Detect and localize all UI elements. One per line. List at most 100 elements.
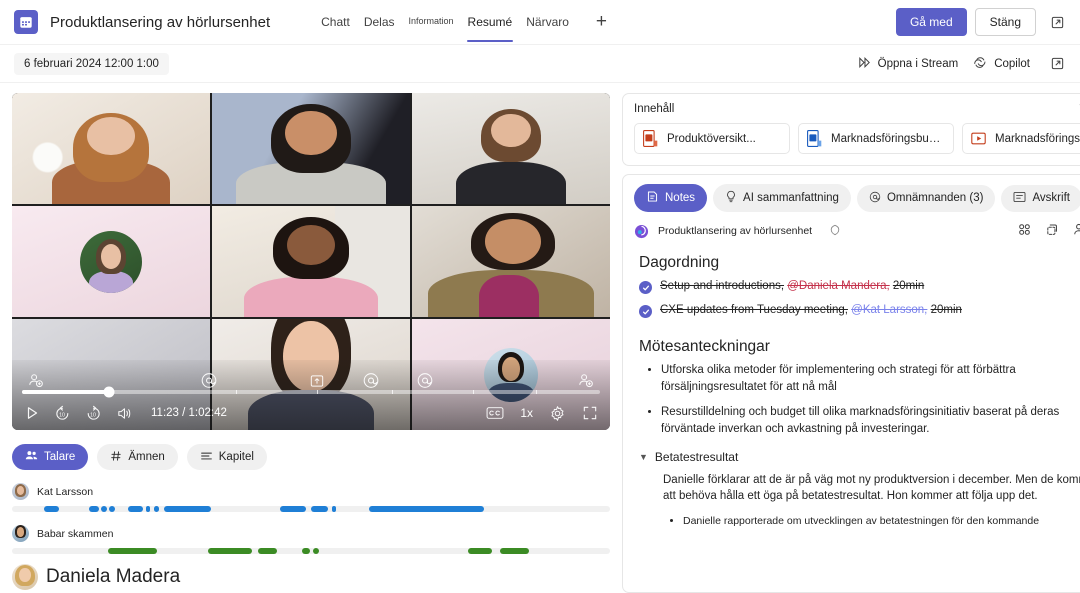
tab-chatt[interactable]: Chatt xyxy=(314,0,357,45)
apps-grid-icon[interactable] xyxy=(1017,222,1032,240)
file-chip-word[interactable]: Marknadsföringsbudget... xyxy=(798,123,954,154)
speaker-timeline-track[interactable] xyxy=(12,548,610,554)
participant-tile-6 xyxy=(412,206,610,317)
file-label: Marknadsföringsdemo... xyxy=(995,132,1080,145)
meeting-date-range[interactable]: 6 februari 2024 12:00 1:00 xyxy=(14,52,169,75)
tab-resume[interactable]: Resumé xyxy=(461,0,520,45)
copy-icon[interactable] xyxy=(1045,222,1060,240)
seek-bar[interactable] xyxy=(22,386,600,398)
agenda-item-text: Setup and introductions, @Daniela Mander… xyxy=(660,280,924,292)
mention-icon[interactable] xyxy=(416,372,433,389)
title-bar: Produktlansering av hörlursenhet Chatt D… xyxy=(0,0,1080,45)
timeline-markers xyxy=(12,361,610,389)
loop-icon xyxy=(634,224,649,238)
section-title: Betatestresultat xyxy=(654,449,739,464)
play-icon[interactable] xyxy=(24,405,40,421)
pill-label: Omnämnanden (3) xyxy=(886,192,984,204)
content-card-title: Innehåll xyxy=(634,103,675,115)
playback-time: 11:23 / 1:02:42 xyxy=(151,407,227,419)
speaker-row-babar-skammen[interactable]: Babar skammen xyxy=(12,525,610,554)
collapsible-section-betatestresultat[interactable]: ▼ Betatestresultat xyxy=(639,450,1080,464)
left-column: 10 10 11:23 / 1:02:42 1x Talare Ämnen Ka… xyxy=(0,83,622,593)
checked-icon[interactable] xyxy=(639,281,652,294)
chip-kapitel[interactable]: Kapitel xyxy=(186,444,267,470)
tab-delas[interactable]: Delas xyxy=(357,0,402,45)
file-label: Produktöversikt... xyxy=(667,132,756,145)
content-card-header: Innehåll Visa allt xyxy=(634,103,1080,115)
content-card: Innehåll Visa allt Produktöversikt... xyxy=(622,93,1080,166)
pill-label: Notes xyxy=(665,192,696,204)
section-paragraph: Danielle förklarar att de är på väg mot … xyxy=(663,473,1080,503)
fullscreen-icon[interactable] xyxy=(582,405,598,421)
avatar xyxy=(12,525,29,542)
agenda-item-2[interactable]: CXE updates from Tuesday meeting, @Kat L… xyxy=(639,304,1080,318)
avatar xyxy=(12,564,38,590)
forward-10-icon[interactable]: 10 xyxy=(85,405,102,422)
pill-transcript[interactable]: Avskrift xyxy=(1001,184,1080,212)
agenda-heading: Dagordning xyxy=(639,254,720,271)
chip-label: Talare xyxy=(44,451,76,463)
mention-icon xyxy=(869,191,881,206)
copilot-label: Copilot xyxy=(994,57,1030,70)
copilot-icon xyxy=(972,55,988,73)
playback-speed-button[interactable]: 1x xyxy=(520,406,533,420)
participant-tile-1 xyxy=(12,93,210,204)
seek-progress xyxy=(22,390,109,394)
pill-notes[interactable]: Notes xyxy=(634,184,708,212)
person-add-icon[interactable] xyxy=(578,372,595,389)
attached-files-list: Produktöversikt... Marknadsföringsbudget… xyxy=(634,123,1080,154)
people-icon xyxy=(25,449,38,465)
speaker-header: Kat Larsson xyxy=(12,483,610,500)
speaker-row-kat-larsson[interactable]: Kat Larsson xyxy=(12,483,610,512)
pill-label: Avskrift xyxy=(1032,192,1070,204)
person-add-icon[interactable] xyxy=(27,372,44,389)
meeting-notes-bullets: Utforska olika metoder för implementerin… xyxy=(639,362,1080,438)
volume-icon[interactable] xyxy=(116,405,133,422)
sub-toolbar: 6 februari 2024 12:00 1:00 Öppna i Strea… xyxy=(0,45,1080,83)
powerpoint-icon xyxy=(643,130,658,147)
pill-ai-summary[interactable]: AI sammanfattning xyxy=(713,184,851,212)
chip-amnen[interactable]: Ämnen xyxy=(97,444,178,470)
share-people-icon[interactable] xyxy=(1073,222,1080,240)
close-button[interactable]: Stäng xyxy=(974,8,1036,36)
speaker-row-daniela-madera[interactable]: Daniela Madera xyxy=(12,564,610,590)
sub-toolbar-actions: Öppna i Stream Copilot xyxy=(857,51,1070,77)
open-in-new-window-icon[interactable] xyxy=(1044,51,1070,77)
speaker-timeline-track[interactable] xyxy=(12,506,610,512)
notes-document-body[interactable]: Dagordning Setup and introductions, @Dan… xyxy=(623,248,1080,592)
mention-icon[interactable] xyxy=(362,372,379,389)
settings-gear-icon[interactable] xyxy=(549,405,566,422)
join-button[interactable]: Gå med xyxy=(895,8,967,36)
tab-information[interactable]: Information xyxy=(402,0,461,45)
agenda-mention[interactable]: @Kat Larsson, xyxy=(851,304,927,316)
agenda-item-1[interactable]: Setup and introductions, @Daniela Mander… xyxy=(639,280,1080,294)
file-chip-video[interactable]: Marknadsföringsdemo... xyxy=(962,123,1080,154)
participant-tile-2 xyxy=(212,93,410,204)
document-toolbar xyxy=(1017,222,1080,240)
chevron-down-icon[interactable]: ▼ xyxy=(639,452,648,462)
rewind-10-icon[interactable]: 10 xyxy=(54,405,71,422)
agenda-duration: 20min xyxy=(892,280,925,292)
add-tab-button[interactable]: + xyxy=(586,0,617,45)
playback-controls-right: 1x xyxy=(486,405,598,422)
participant-tile-4 xyxy=(12,206,210,317)
right-column: Innehåll Visa allt Produktöversikt... xyxy=(622,83,1080,593)
word-icon xyxy=(807,130,822,147)
pill-label: AI sammanfattning xyxy=(743,192,839,204)
screen-share-icon[interactable] xyxy=(309,373,325,389)
list-icon xyxy=(200,450,213,465)
chip-talare[interactable]: Talare xyxy=(12,444,89,470)
open-in-new-window-icon[interactable] xyxy=(1044,9,1070,35)
meeting-recording-player[interactable]: 10 10 11:23 / 1:02:42 1x xyxy=(12,93,610,430)
mention-icon[interactable] xyxy=(201,372,218,389)
closed-captions-icon[interactable] xyxy=(486,406,504,420)
checked-icon[interactable] xyxy=(639,305,652,318)
file-chip-powerpoint[interactable]: Produktöversikt... xyxy=(634,123,790,154)
tab-narvaro[interactable]: Närvaro xyxy=(519,0,576,45)
speaker-name: Daniela Madera xyxy=(46,566,181,587)
agenda-mention[interactable]: @Daniela Mandera, xyxy=(787,280,889,292)
stream-play-icon xyxy=(857,55,872,73)
pill-mentions[interactable]: Omnämnanden (3) xyxy=(856,184,996,212)
open-in-stream-button[interactable]: Öppna i Stream xyxy=(857,55,958,73)
copilot-button[interactable]: Copilot xyxy=(972,55,1030,73)
